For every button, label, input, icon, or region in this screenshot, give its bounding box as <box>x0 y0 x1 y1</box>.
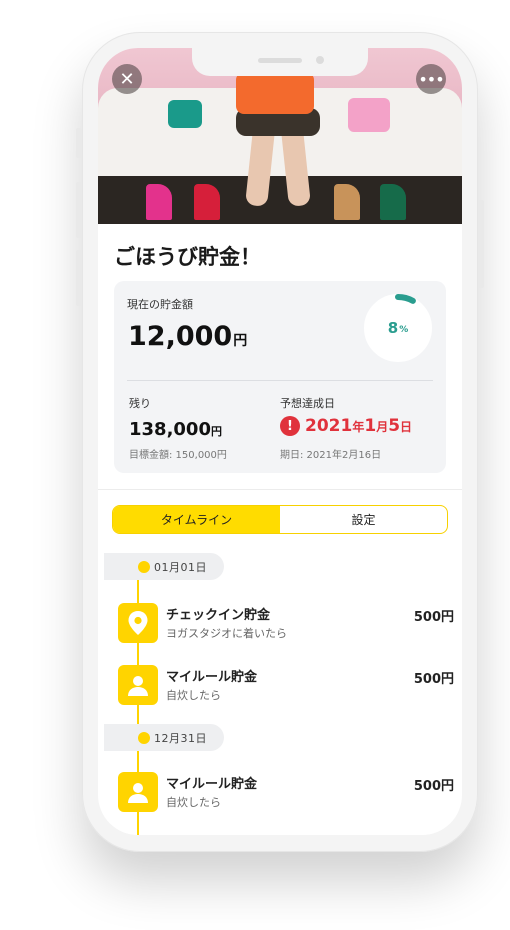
entry-title: マイルール貯金 <box>166 670 258 685</box>
phone-side-button <box>478 200 484 288</box>
remaining-amount: 138,000円 <box>129 419 222 440</box>
alert-icon: ! <box>280 416 300 436</box>
hero-shoe <box>146 184 172 220</box>
close-icon: ✕ <box>119 68 135 90</box>
more-button[interactable]: ••• <box>416 64 446 94</box>
current-savings-label: 現在の貯金額 <box>127 298 193 311</box>
timeline-entry[interactable]: マイルール貯金 自炊したら 500円 <box>118 772 454 822</box>
expected-date: ! 2021 年 1 月 5 日 <box>280 416 412 436</box>
location-pin-icon <box>118 603 158 643</box>
entry-amount: 500円 <box>413 610 454 625</box>
expected-date-label: 予想達成日 <box>280 397 335 410</box>
hero-bag <box>348 98 390 132</box>
timeline-date-header: 01月01日 <box>104 553 224 580</box>
target-amount: 目標金額: 150,000円 <box>129 450 227 461</box>
section-divider <box>98 489 462 490</box>
timeline-dot <box>138 732 150 744</box>
card-divider <box>127 380 433 381</box>
entry-subtitle: 自炊したら <box>166 796 221 809</box>
hero-bag <box>236 72 314 114</box>
timeline-entry[interactable]: チェックイン貯金 ヨガスタジオに着いたら 500円 <box>118 603 454 653</box>
timeline-dot <box>138 561 150 573</box>
page-title: ごほうび貯金！ <box>114 245 261 269</box>
currency-unit: 円 <box>233 333 248 349</box>
entry-subtitle: 自炊したら <box>166 689 221 702</box>
current-savings-amount: 12,000円 <box>128 321 248 352</box>
camera <box>316 56 324 64</box>
timeline-date-header: 12月31日 <box>104 724 224 751</box>
phone-side-button <box>76 182 82 238</box>
timeline-entry[interactable]: マイルール貯金 自炊したら 500円 <box>118 665 454 715</box>
close-button[interactable]: ✕ <box>112 64 142 94</box>
progress-ring: 8% <box>363 293 433 363</box>
phone-side-button <box>76 250 82 306</box>
deadline-date: 期日: 2021年2月16日 <box>280 450 382 461</box>
tab-bar: タイムライン 設定 <box>112 505 448 534</box>
more-icon: ••• <box>418 69 444 89</box>
entry-title: マイルール貯金 <box>166 777 258 792</box>
person-icon <box>118 772 158 812</box>
entry-title: チェックイン貯金 <box>166 608 271 623</box>
hero-bag <box>168 100 202 128</box>
speaker <box>258 58 302 63</box>
hero-shoe <box>194 184 220 220</box>
tab-timeline[interactable]: タイムライン <box>113 506 280 533</box>
savings-summary-card: 現在の貯金額 12,000円 8% 残り 138,000円 目標金額: 150,… <box>114 281 446 473</box>
hero-shoe <box>334 184 360 220</box>
phone-notch <box>192 48 368 76</box>
app-screen: ✕ ••• ごほうび貯金！ 現在の貯金額 12,000円 8% 残り 138,0… <box>98 48 462 835</box>
tab-settings[interactable]: 設定 <box>280 506 447 533</box>
progress-percent: 8% <box>387 319 409 337</box>
entry-amount: 500円 <box>413 672 454 687</box>
remaining-label: 残り <box>129 397 151 410</box>
phone-side-button <box>76 128 82 158</box>
hero-shoe <box>380 184 406 220</box>
entry-subtitle: ヨガスタジオに着いたら <box>166 627 287 640</box>
person-icon <box>118 665 158 705</box>
entry-amount: 500円 <box>413 779 454 794</box>
